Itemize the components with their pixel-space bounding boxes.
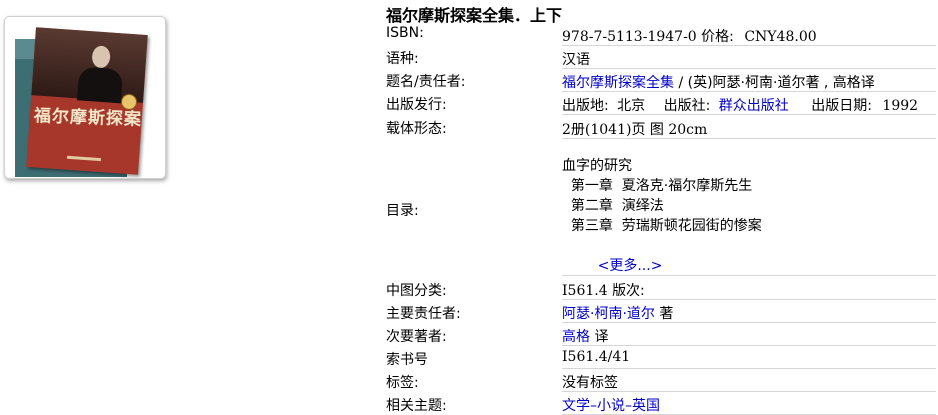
language-label: 语种: xyxy=(386,51,419,67)
subject-link[interactable]: 文学–小说–英国 xyxy=(562,398,660,414)
publication-label: 出版发行: xyxy=(386,97,447,113)
main-resp-label: 主要责任者: xyxy=(386,306,461,322)
price-label: 价格: xyxy=(701,29,734,45)
title-resp-value: 福尔摩斯探案全集 / (英)阿瑟·柯南·道尔著 , 高格译 xyxy=(562,69,936,92)
row-secondary-resp: 次要著者: 高格 译 xyxy=(386,323,938,346)
call-number-label: 索书号 xyxy=(386,352,428,368)
row-main-resp: 主要责任者: 阿瑟·柯南·道尔 著 xyxy=(386,300,938,323)
toc-value: 血字的研究 第一章 夏洛克·福尔摩斯先生 第二章 演绎法 第三章 劳瑞斯顿花园街… xyxy=(562,139,936,276)
cover-portrait-body xyxy=(77,66,124,104)
book-title: 福尔摩斯探案全集．上下 xyxy=(386,6,563,25)
call-number-value: I561.4/41 xyxy=(562,346,936,369)
publisher-label: 出版社: xyxy=(663,98,711,114)
language-value: 汉语 xyxy=(562,46,936,69)
edition-label: 版次: xyxy=(612,283,645,299)
title-resp-rest: / (英)阿瑟·柯南·道尔著 , 高格译 xyxy=(674,75,875,91)
row-title-resp: 题名/责任者: 福尔摩斯探案全集 / (英)阿瑟·柯南·道尔著 , 高格译 xyxy=(386,69,938,92)
cover-front-volume: 福尔摩斯探案全集 xyxy=(26,27,148,175)
book-info-table: ISBN: 978-7-5113-1947-0 价格: CNY48.00 语种:… xyxy=(386,24,938,415)
title-resp-label: 题名/责任者: xyxy=(386,74,466,90)
row-toc: 目录: 血字的研究 第一章 夏洛克·福尔摩斯先生 第二章 演绎法 第三章 劳瑞斯… xyxy=(386,139,938,276)
row-physical: 载体形态: 2册(1041)页 图 20cm xyxy=(386,115,938,139)
physical-value: 2册(1041)页 图 20cm xyxy=(562,115,936,139)
subject-label: 相关主题: xyxy=(386,398,447,414)
subject-value: 文学–小说–英国 xyxy=(562,392,936,415)
main-resp-role: 著 xyxy=(659,306,674,322)
main-author-link[interactable]: 阿瑟·柯南·道尔 xyxy=(562,306,655,322)
toc-more-row: <更多...> xyxy=(562,236,936,274)
publisher-link[interactable]: 群众出版社 xyxy=(719,98,789,114)
row-publication: 出版发行: 出版地: 北京 出版社: 群众出版社 出版日期: 1992 xyxy=(386,92,938,115)
row-tags: 标签: 没有标签 xyxy=(386,369,938,392)
classification-value: I561.4 版次: xyxy=(562,276,936,300)
toc-label: 目录: xyxy=(386,203,419,219)
row-isbn: ISBN: 978-7-5113-1947-0 价格: CNY48.00 xyxy=(386,24,938,46)
row-subject: 相关主题: 文学–小说–英国 xyxy=(386,392,938,415)
isbn-label: ISBN: xyxy=(386,25,424,41)
classification-code: I561.4 xyxy=(562,283,608,299)
toc-line: 第二章 演绎法 xyxy=(562,198,664,214)
price-value: CNY48.00 xyxy=(744,29,817,45)
book-cover-image[interactable]: 福尔摩斯探案全集 xyxy=(4,16,166,179)
toc-more-link[interactable]: <更多...> xyxy=(598,258,663,274)
row-language: 语种: 汉语 xyxy=(386,46,938,69)
main-resp-value: 阿瑟·柯南·道尔 著 xyxy=(562,300,936,323)
toc-line: 第一章 夏洛克·福尔摩斯先生 xyxy=(562,178,753,194)
cover-publisher-mark xyxy=(66,155,102,162)
row-call-number: 索书号 I561.4/41 xyxy=(386,346,938,369)
date-label: 出版日期: xyxy=(811,98,872,114)
secondary-resp-label: 次要著者: xyxy=(386,329,447,345)
translator-link[interactable]: 高格 xyxy=(562,329,590,345)
row-classification: 中图分类: I561.4 版次: xyxy=(386,276,938,300)
secondary-resp-value: 高格 译 xyxy=(562,323,936,346)
classification-label: 中图分类: xyxy=(386,283,447,299)
date-value: 1992 xyxy=(882,98,919,114)
isbn-value: 978-7-5113-1947-0 价格: CNY48.00 xyxy=(562,24,936,46)
toc-line: 血字的研究 xyxy=(562,158,632,174)
secondary-resp-role: 译 xyxy=(594,329,609,345)
isbn-number: 978-7-5113-1947-0 xyxy=(562,29,697,45)
place-label: 出版地: xyxy=(562,98,609,114)
title-link[interactable]: 福尔摩斯探案全集 xyxy=(562,75,674,91)
tags-label: 标签: xyxy=(386,375,419,391)
publication-value: 出版地: 北京 出版社: 群众出版社 出版日期: 1992 xyxy=(562,92,936,115)
place-value: 北京 xyxy=(617,98,646,114)
toc-line: 第三章 劳瑞斯顿花园街的惨案 xyxy=(562,218,762,234)
physical-label: 载体形态: xyxy=(386,121,447,137)
tags-value: 没有标签 xyxy=(562,369,936,392)
